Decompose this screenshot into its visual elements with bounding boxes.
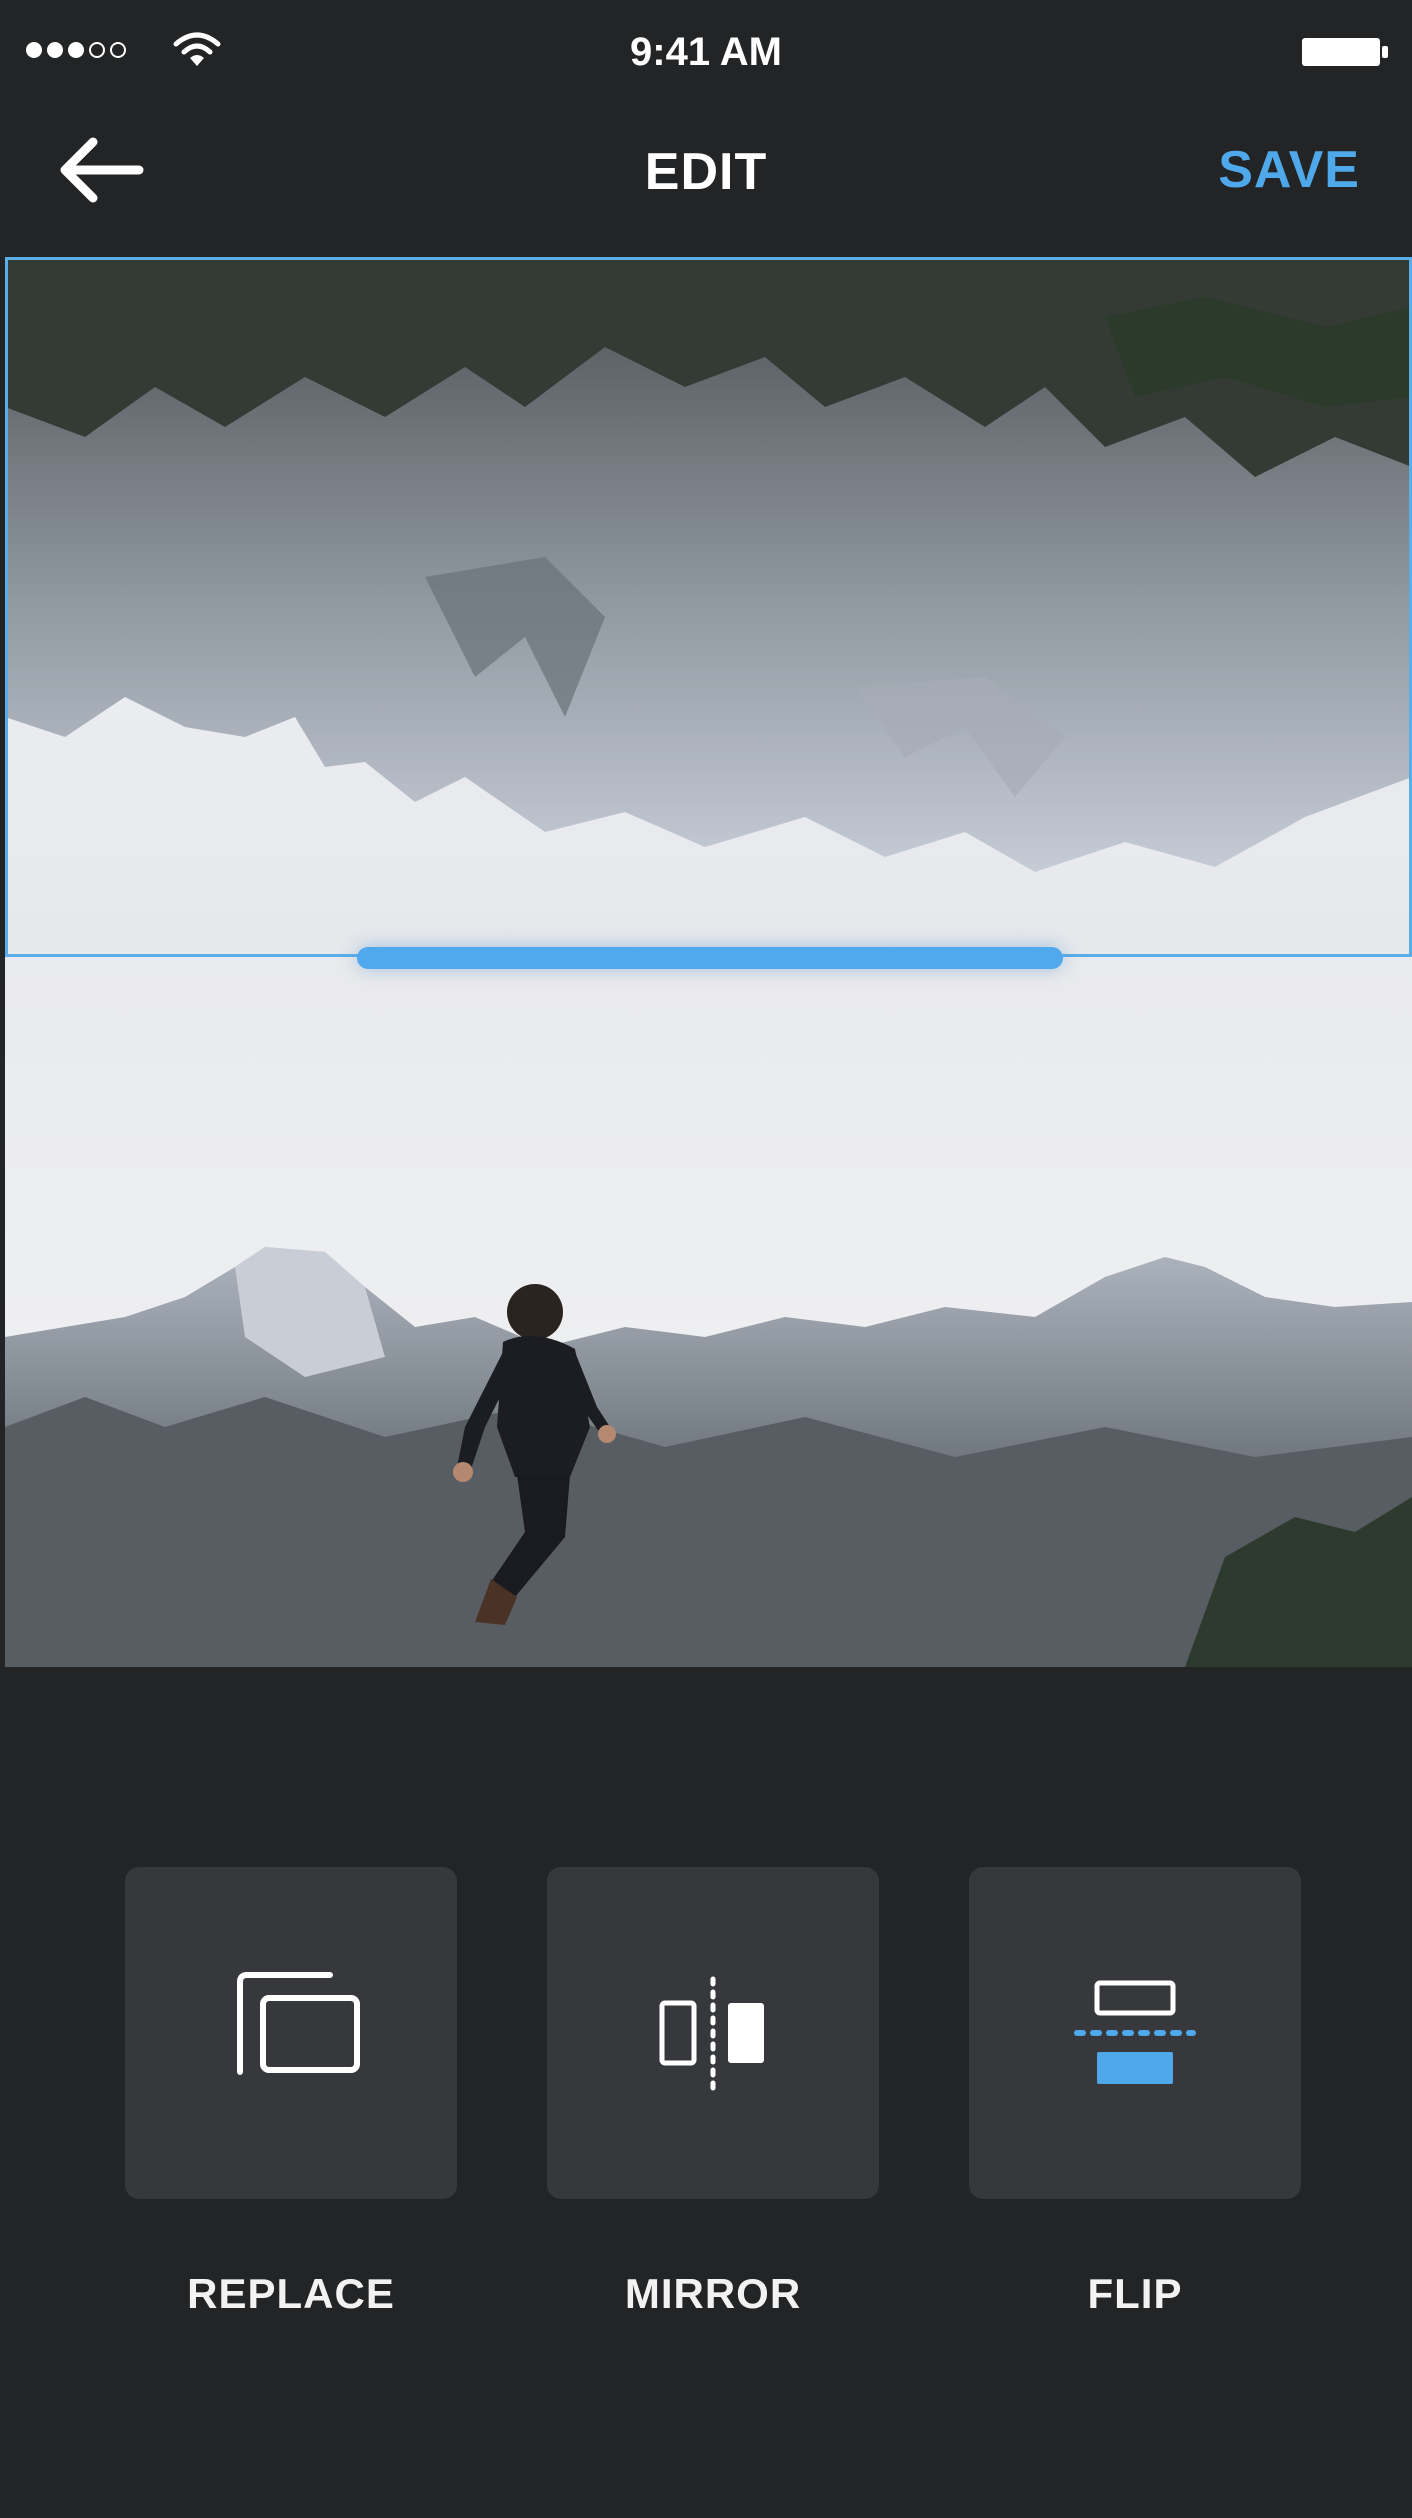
mirror-label: MIRROR bbox=[624, 2270, 802, 2317]
replace-label: REPLACE bbox=[187, 2270, 395, 2317]
edit-screen: 9:41 AM EDIT SAVE REPLACE MIRROR FLIP bbox=[0, 0, 1412, 2518]
split-resize-handle[interactable] bbox=[357, 947, 1063, 969]
page-title: EDIT bbox=[644, 143, 768, 201]
person-jumping-mountain-photo[interactable] bbox=[5, 957, 1412, 1667]
flip-label: FLIP bbox=[1087, 2270, 1183, 2317]
save-button[interactable]: SAVE bbox=[1218, 140, 1360, 200]
status-bar: 9:41 AM bbox=[0, 0, 1412, 100]
flip-icon bbox=[1074, 1980, 1196, 2084]
status-time: 9:41 AM bbox=[630, 30, 782, 74]
nav-bar: EDIT SAVE bbox=[0, 100, 1412, 255]
flip-button[interactable] bbox=[969, 1867, 1301, 2199]
mirror-button[interactable] bbox=[547, 1867, 879, 2199]
replace-button[interactable] bbox=[125, 1867, 457, 2199]
replace-icon bbox=[237, 1972, 360, 2075]
battery-icon bbox=[1302, 38, 1388, 66]
mountain-photo-flipped[interactable] bbox=[5, 257, 1412, 957]
mirror-icon bbox=[659, 1976, 764, 2092]
